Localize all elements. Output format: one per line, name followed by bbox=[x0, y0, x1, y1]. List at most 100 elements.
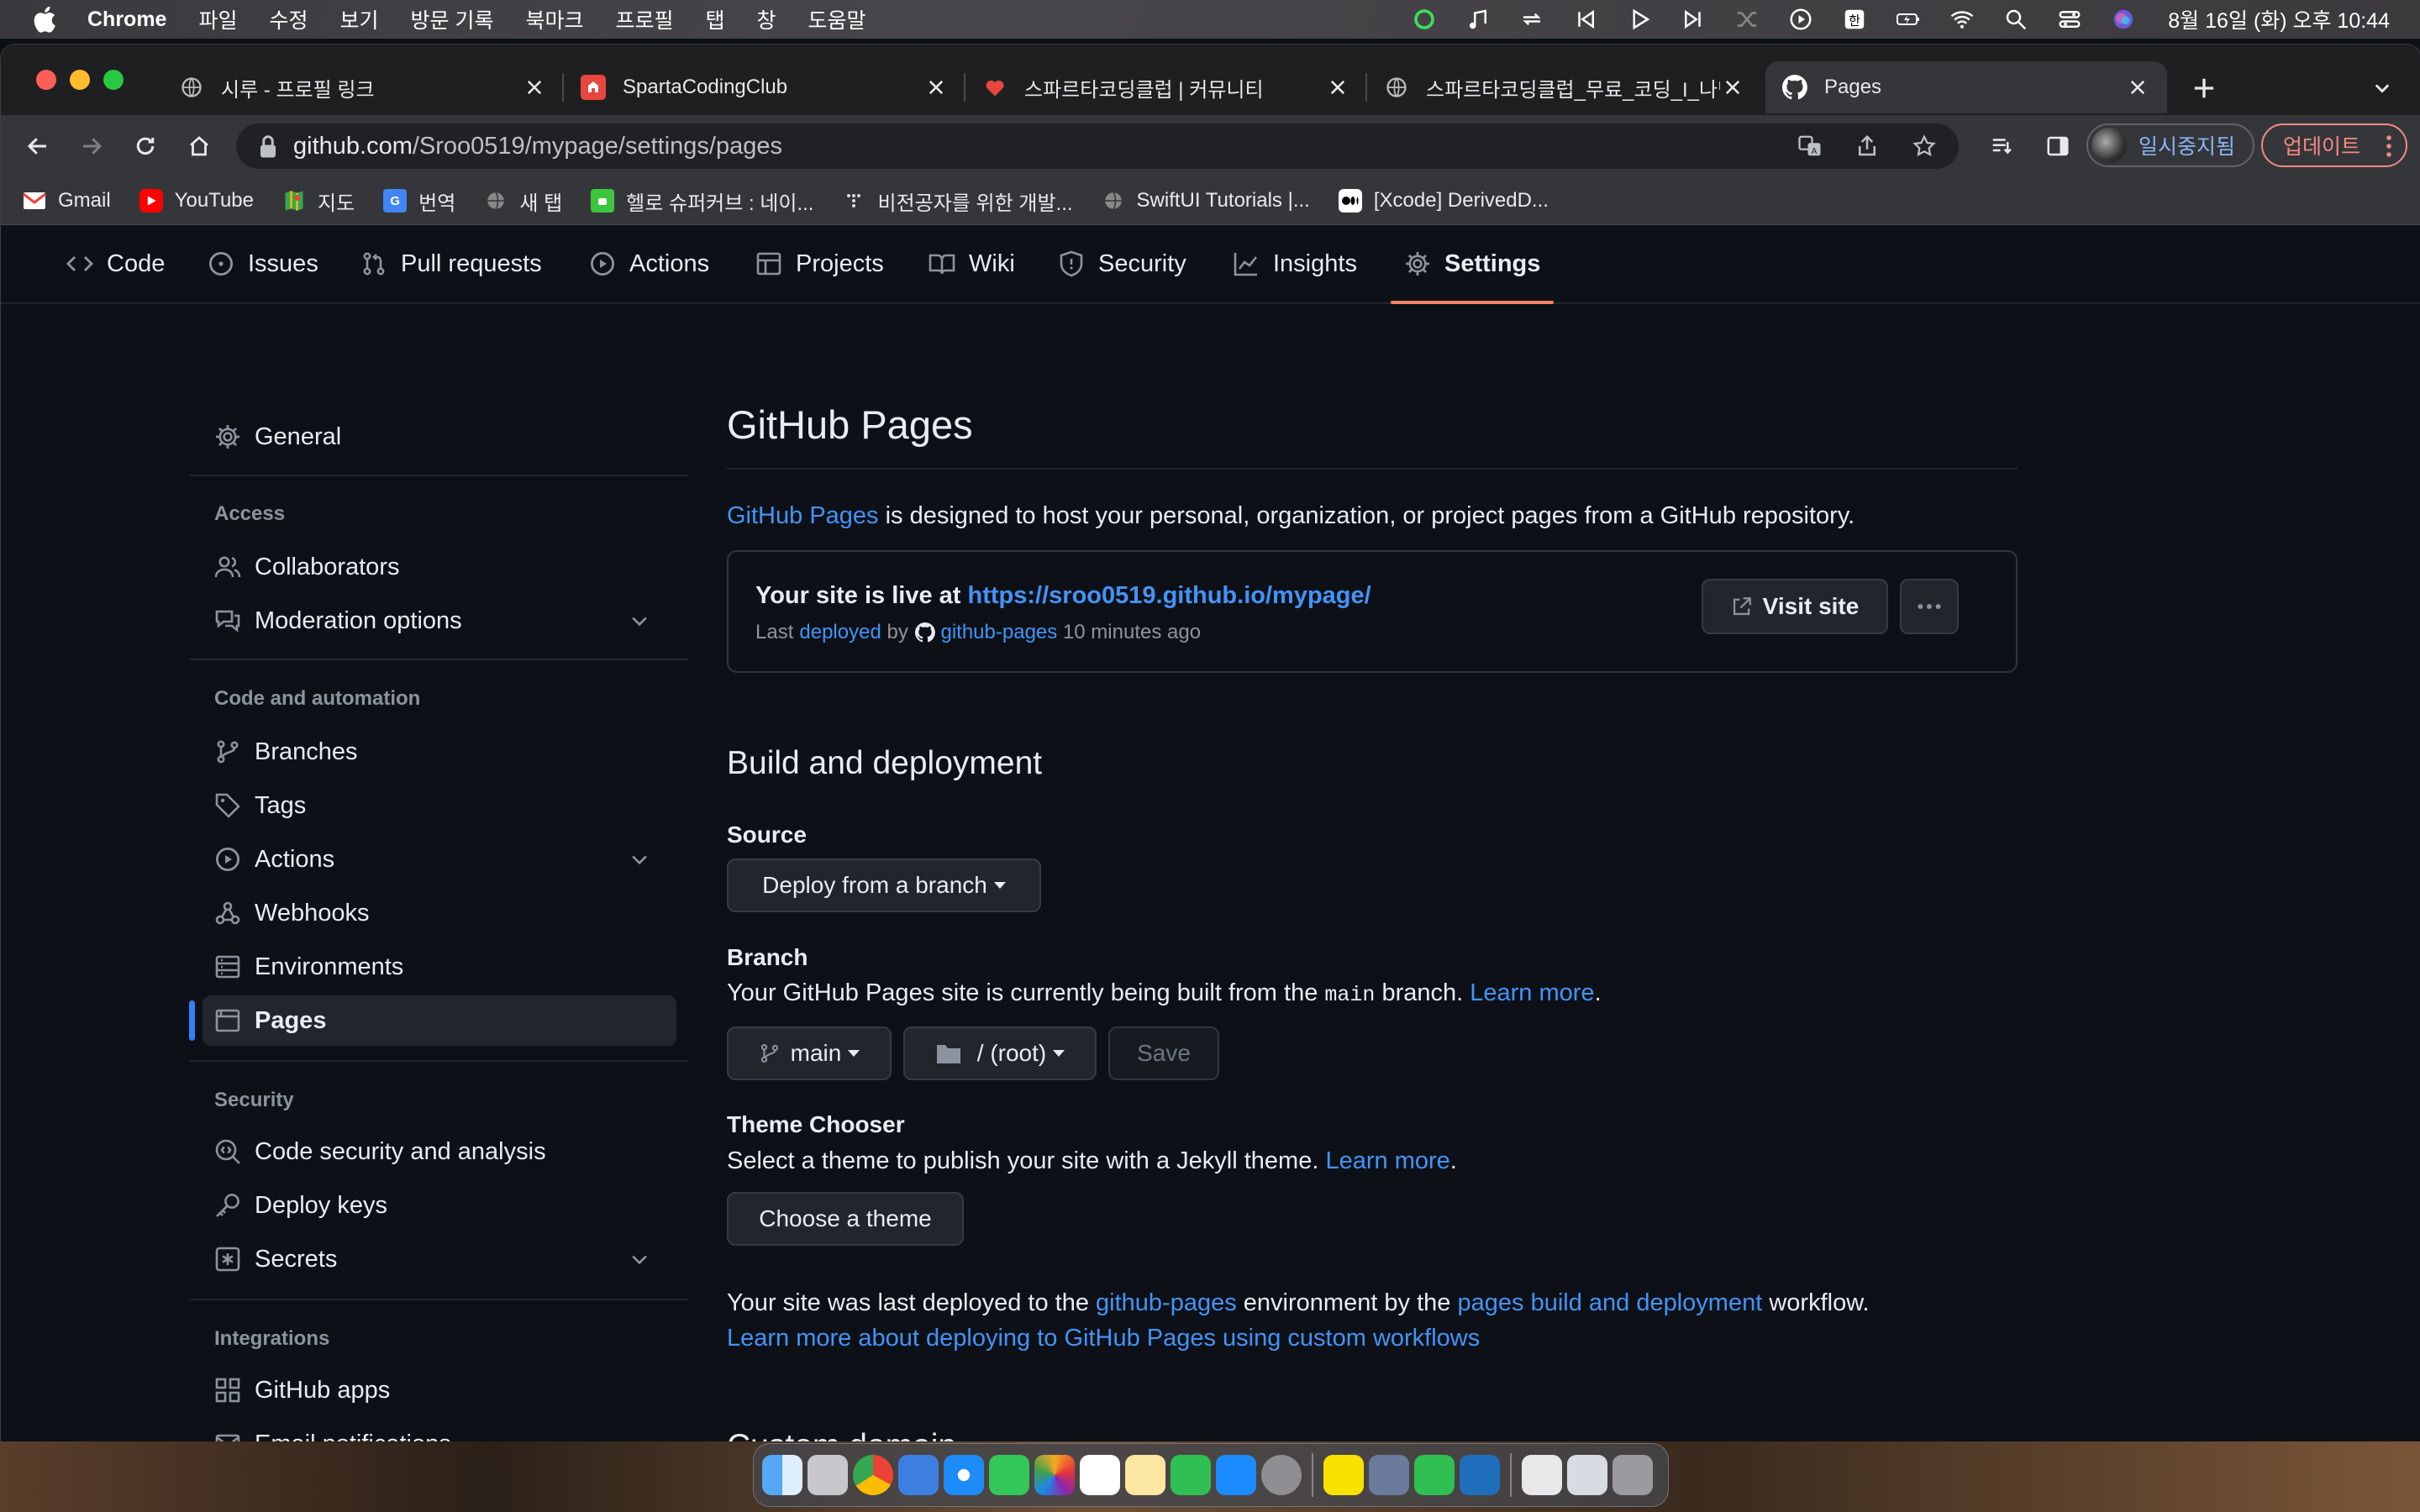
xcode-icon[interactable] bbox=[898, 1455, 939, 1495]
bookmark-translate[interactable]: G 번역 bbox=[383, 186, 455, 216]
lock-icon[interactable] bbox=[258, 134, 278, 159]
github-pages-actor-link[interactable]: github-pages bbox=[940, 621, 1057, 644]
sidebar-item-deploy-keys[interactable]: Deploy keys bbox=[214, 1180, 663, 1231]
shuffle-icon[interactable] bbox=[1733, 5, 1761, 34]
sidebar-item-github-apps[interactable]: GitHub apps bbox=[214, 1365, 663, 1415]
address-bar[interactable]: github.com/Sroo0519/mypage/settings/page… bbox=[236, 123, 1959, 169]
share-icon[interactable] bbox=[1851, 130, 1883, 162]
branch-learn-more-link[interactable]: Learn more bbox=[1470, 979, 1594, 1006]
menu-profile[interactable]: 프로필 bbox=[615, 4, 673, 34]
repeat-icon[interactable] bbox=[1518, 5, 1546, 34]
preview-icon[interactable] bbox=[1369, 1455, 1409, 1495]
facetime-icon[interactable] bbox=[1414, 1455, 1455, 1495]
sidebar-item-pages[interactable]: Pages bbox=[189, 995, 676, 1046]
repo-tab-insights[interactable]: Insights bbox=[1233, 225, 1357, 302]
reload-icon[interactable] bbox=[127, 128, 164, 165]
source-dropdown[interactable]: Deploy from a branch bbox=[727, 858, 1041, 912]
sidebar-item-general[interactable]: General bbox=[214, 412, 663, 462]
close-tab-icon[interactable] bbox=[2125, 75, 2150, 100]
menu-edit[interactable]: 수정 bbox=[269, 4, 308, 34]
deployed-link[interactable]: deployed bbox=[799, 621, 881, 644]
menu-app-name[interactable]: Chrome bbox=[87, 8, 166, 32]
close-tab-icon[interactable] bbox=[522, 75, 547, 100]
bookmark-new-tab[interactable]: 새 탭 bbox=[484, 186, 562, 216]
kakaotalk-icon[interactable] bbox=[1323, 1455, 1364, 1495]
choose-theme-button[interactable]: Choose a theme bbox=[727, 1192, 964, 1246]
facetime-like-icon[interactable] bbox=[1171, 1455, 1211, 1495]
sidebar-item-secrets[interactable]: Secrets bbox=[214, 1234, 663, 1284]
side-panel-icon[interactable] bbox=[2039, 128, 2076, 165]
tab-search-chevron-icon[interactable] bbox=[2365, 71, 2399, 105]
safari-icon[interactable] bbox=[944, 1455, 984, 1495]
input-method-icon[interactable]: 한 bbox=[1840, 5, 1869, 34]
browser-tab-2[interactable]: SpartaCodingClub bbox=[564, 61, 965, 113]
photos-icon[interactable] bbox=[1034, 1455, 1075, 1495]
chevron-down-icon[interactable] bbox=[628, 1247, 651, 1271]
bookmark-gmail[interactable]: Gmail bbox=[23, 189, 111, 213]
address-url[interactable]: github.com/Sroo0519/mypage/settings/page… bbox=[293, 133, 782, 160]
github-pages-docs-link[interactable]: GitHub Pages bbox=[727, 502, 879, 529]
close-window-button[interactable] bbox=[36, 70, 56, 90]
repo-tab-projects[interactable]: Projects bbox=[755, 225, 884, 302]
menu-bookmarks[interactable]: 북마크 bbox=[525, 4, 583, 34]
custom-workflows-learn-more-link[interactable]: Learn more about deploying to GitHub Pag… bbox=[727, 1325, 1480, 1352]
new-tab-plus-icon[interactable] bbox=[2186, 70, 2223, 107]
repo-tab-settings[interactable]: Settings bbox=[1390, 225, 1555, 304]
home-icon[interactable] bbox=[181, 128, 218, 165]
screen-record-icon[interactable] bbox=[1786, 5, 1815, 34]
next-track-icon[interactable] bbox=[1679, 5, 1707, 34]
menu-view[interactable]: 보기 bbox=[340, 4, 379, 34]
chrome-update-button[interactable]: 업데이트 bbox=[2261, 123, 2407, 167]
apple-logo-icon[interactable] bbox=[30, 4, 57, 34]
profile-paused-button[interactable]: 일시중지됨 bbox=[2086, 123, 2254, 167]
sidebar-item-branches[interactable]: Branches bbox=[214, 727, 663, 777]
sidebar-item-collaborators[interactable]: Collaborators bbox=[214, 542, 663, 592]
play-icon[interactable] bbox=[1625, 5, 1654, 34]
browser-tab-3[interactable]: 스파르타코딩클럽 | 커뮤니티 bbox=[965, 61, 1367, 113]
bookmark-swiftui-tutorials[interactable]: SwiftUI Tutorials |... bbox=[1102, 189, 1310, 213]
bookmark-supercub[interactable]: 헬로 슈퍼커브 : 네이... bbox=[591, 186, 813, 216]
forward-arrow-icon[interactable] bbox=[73, 128, 110, 165]
sidebar-item-webhooks[interactable]: Webhooks bbox=[214, 888, 663, 938]
chevron-down-icon[interactable] bbox=[628, 848, 651, 871]
browser-tab-1[interactable]: 시루 - 프로필 링크 bbox=[162, 61, 564, 113]
repo-tab-pull-requests[interactable]: Pull requests bbox=[360, 225, 542, 302]
system-settings-icon[interactable] bbox=[1261, 1455, 1302, 1495]
control-center-icon[interactable] bbox=[2055, 5, 2084, 34]
folder-select-dropdown[interactable]: / (root) bbox=[903, 1026, 1097, 1080]
finder-icon[interactable] bbox=[762, 1455, 802, 1495]
repo-tab-wiki[interactable]: Wiki bbox=[929, 225, 1015, 302]
chrome-icon[interactable] bbox=[853, 1455, 893, 1495]
messages-icon[interactable] bbox=[989, 1455, 1029, 1495]
menu-file[interactable]: 파일 bbox=[198, 4, 237, 34]
sidebar-item-code-security[interactable]: Code security and analysis bbox=[214, 1126, 663, 1177]
translate-icon[interactable]: A bbox=[1794, 130, 1826, 162]
trash-icon[interactable] bbox=[1612, 1455, 1653, 1495]
branch-select-dropdown[interactable]: main bbox=[727, 1026, 892, 1080]
launchpad-icon[interactable] bbox=[808, 1455, 848, 1495]
siri-icon[interactable] bbox=[2109, 5, 2138, 34]
downloads-stack-icon[interactable] bbox=[1522, 1455, 1562, 1495]
pages-build-deployment-workflow-link[interactable]: pages build and deployment bbox=[1458, 1289, 1763, 1316]
save-button[interactable]: Save bbox=[1108, 1026, 1219, 1080]
sidebar-item-actions[interactable]: Actions bbox=[214, 834, 663, 885]
bookmark-dev-for-nonmajors[interactable]: 비전공자를 위한 개발... bbox=[842, 186, 1073, 216]
site-url-link[interactable]: https://sroo0519.github.io/mypage/ bbox=[968, 582, 1371, 609]
bookmark-xcode-deriveddata[interactable]: [Xcode] DerivedD... bbox=[1338, 189, 1549, 213]
music-note-icon[interactable] bbox=[1464, 5, 1492, 34]
reading-list-icon[interactable] bbox=[1984, 128, 2021, 165]
sidebar-item-environments[interactable]: Environments bbox=[214, 942, 663, 992]
close-tab-icon[interactable] bbox=[923, 75, 949, 100]
spotlight-search-icon[interactable] bbox=[2002, 5, 2030, 34]
close-tab-icon[interactable] bbox=[1720, 75, 1745, 100]
browser-tab-active-pages[interactable]: Pages bbox=[1765, 61, 2167, 113]
menubar-clock[interactable]: 8월 16일 (화) 오후 10:44 bbox=[2168, 4, 2390, 34]
close-tab-icon[interactable] bbox=[1325, 75, 1350, 100]
battery-icon[interactable] bbox=[1894, 5, 1923, 34]
previous-track-icon[interactable] bbox=[1571, 5, 1600, 34]
sidebar-item-tags[interactable]: Tags bbox=[214, 780, 663, 831]
app-store-icon[interactable] bbox=[1216, 1455, 1256, 1495]
zoom-window-button[interactable] bbox=[103, 70, 124, 90]
bookmark-youtube[interactable]: YouTube bbox=[139, 189, 254, 213]
documents-stack-icon[interactable] bbox=[1567, 1455, 1607, 1495]
